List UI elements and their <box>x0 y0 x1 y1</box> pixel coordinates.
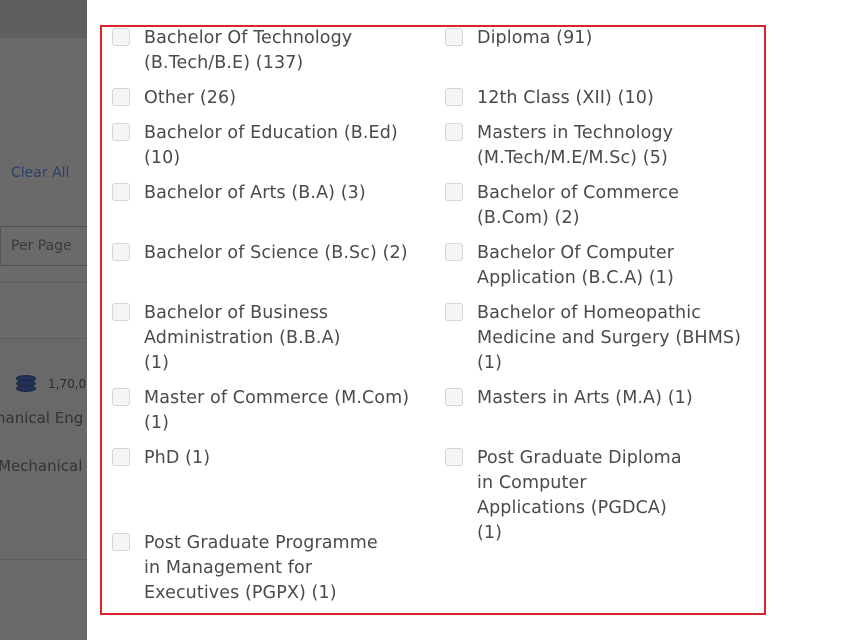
job-card <box>0 338 87 560</box>
checkbox[interactable] <box>445 88 463 106</box>
education-filter-list: Bachelor Of Technology (B.Tech/B.E) (137… <box>100 25 766 615</box>
filter-option[interactable]: Masters in Technology (M.Tech/M.E/M.Sc) … <box>445 121 695 171</box>
filter-option[interactable]: Bachelor of Science (B.Sc) (2) <box>112 241 422 266</box>
filter-option[interactable]: Masters in Arts (M.A) (1) <box>445 386 755 411</box>
filter-option[interactable]: Other (26) <box>112 86 422 111</box>
checkbox[interactable] <box>445 28 463 46</box>
option-label: 12th Class (XII) (10) <box>477 88 654 108</box>
option-label: Masters in Technology (M.Tech/M.E/M.Sc) … <box>477 123 674 168</box>
checkbox[interactable] <box>445 303 463 321</box>
checkbox[interactable] <box>445 388 463 406</box>
filter-option[interactable]: Bachelor of Arts (B.A) (3) <box>112 181 422 206</box>
checkbox[interactable] <box>112 88 130 106</box>
option-label: PhD (1) <box>144 448 211 468</box>
checkbox[interactable] <box>445 448 463 466</box>
option-label: Diploma (91) <box>477 28 593 48</box>
filter-option[interactable]: Bachelor of Commerce (B.Com) (2) <box>445 181 695 231</box>
checkbox[interactable] <box>112 388 130 406</box>
checkbox[interactable] <box>112 303 130 321</box>
option-label: Bachelor of Arts (B.A) (3) <box>144 183 366 203</box>
filter-option[interactable]: Bachelor of Education (B.Ed) (10) <box>112 121 402 171</box>
option-label: Other (26) <box>144 88 237 108</box>
option-label: Bachelor of Science (B.Sc) (2) <box>144 243 408 263</box>
option-label: Bachelor of Commerce (B.Com) (2) <box>477 183 679 228</box>
filter-option[interactable]: Master of Commerce (M.Com) (1) <box>112 386 422 436</box>
filter-option[interactable]: PhD (1) <box>112 446 422 471</box>
filter-option[interactable]: Post Graduate Programme in Management fo… <box>112 531 397 606</box>
filter-option[interactable]: Bachelor Of Computer Application (B.C.A)… <box>445 241 695 291</box>
option-label: Master of Commerce (M.Com) (1) <box>144 388 410 433</box>
clear-all-link[interactable]: Clear All <box>11 165 69 181</box>
checkbox[interactable] <box>112 28 130 46</box>
salary-info: 1,70,00 <box>16 375 87 393</box>
divider <box>0 282 87 283</box>
option-label: Bachelor of Education (B.Ed) (10) <box>144 123 398 168</box>
option-label: Post Graduate Diploma in Computer Applic… <box>477 448 682 543</box>
option-label: Bachelor Of Technology (B.Tech/B.E) (137… <box>144 28 353 73</box>
job-title: hanical Eng <box>0 409 84 427</box>
filter-option[interactable]: 12th Class (XII) (10) <box>445 86 755 111</box>
checkbox[interactable] <box>445 183 463 201</box>
job-category: Mechanical <box>0 457 83 475</box>
checkbox[interactable] <box>112 243 130 261</box>
option-label: Bachelor of Business Administration (B.B… <box>144 303 341 373</box>
option-label: Bachelor Of Computer Application (B.C.A)… <box>477 243 675 288</box>
checkbox[interactable] <box>112 123 130 141</box>
option-label: Masters in Arts (M.A) (1) <box>477 388 693 408</box>
coins-icon <box>16 375 38 393</box>
salary-value: 1,70,00 <box>48 377 87 391</box>
filter-option[interactable]: Bachelor of Homeopathic Medicine and Sur… <box>445 301 745 376</box>
filter-option[interactable]: Diploma (91) <box>445 27 755 51</box>
checkbox[interactable] <box>445 123 463 141</box>
checkbox[interactable] <box>112 533 130 551</box>
option-label: Post Graduate Programme in Management fo… <box>144 533 378 603</box>
filter-option[interactable]: Bachelor of Business Administration (B.B… <box>112 301 357 376</box>
checkbox[interactable] <box>112 183 130 201</box>
background-header <box>0 0 87 38</box>
per-page-select[interactable]: Per Page <box>0 226 87 266</box>
option-label: Bachelor of Homeopathic Medicine and Sur… <box>477 303 742 373</box>
filter-option[interactable]: Post Graduate Diploma in Computer Applic… <box>445 446 695 546</box>
filter-option[interactable]: Bachelor Of Technology (B.Tech/B.E) (137… <box>112 27 422 76</box>
checkbox[interactable] <box>445 243 463 261</box>
background-page: Clear All Per Page 1,70,00 hanical Eng M… <box>0 0 87 640</box>
checkbox[interactable] <box>112 448 130 466</box>
